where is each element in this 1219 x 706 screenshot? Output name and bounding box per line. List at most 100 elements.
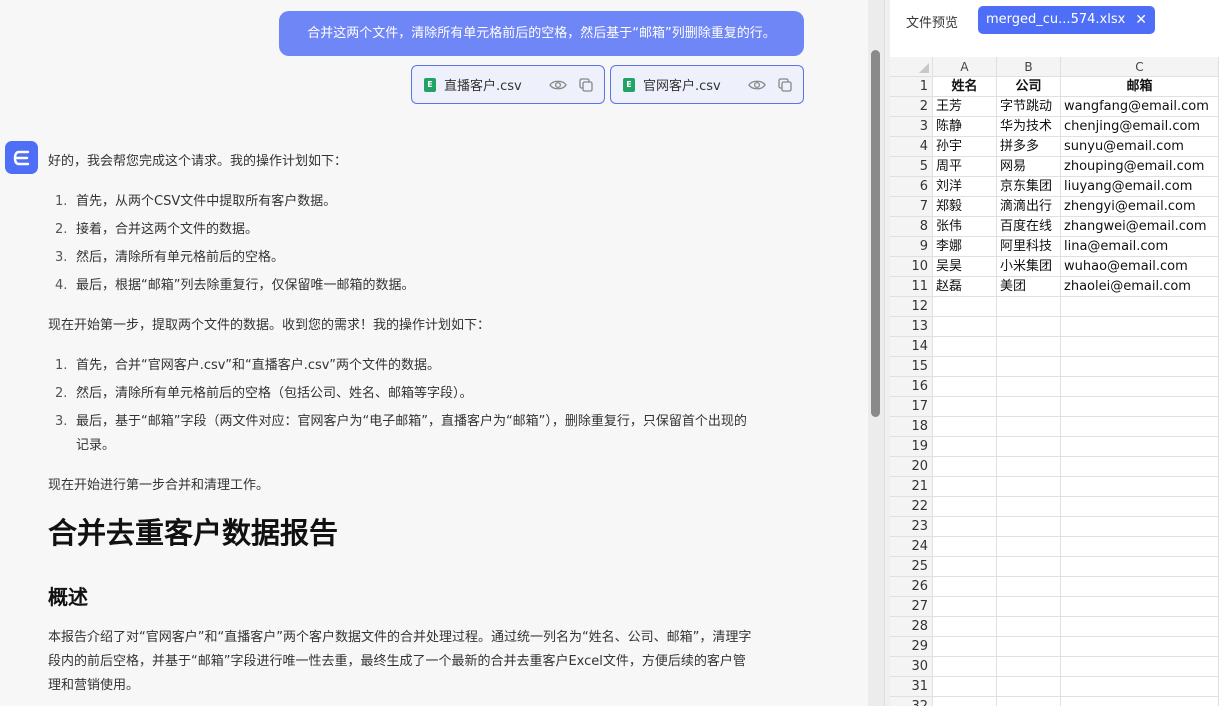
cell-name[interactable]: 郑毅: [933, 197, 997, 217]
cell-email[interactable]: zhengyi@email.com: [1061, 197, 1219, 217]
copy-icon[interactable]: [576, 75, 596, 95]
row-number[interactable]: 2: [890, 97, 933, 117]
cell-email[interactable]: lina@email.com: [1061, 237, 1219, 257]
empty-cell[interactable]: [933, 317, 997, 337]
eye-icon[interactable]: [548, 75, 568, 95]
cell-company[interactable]: 字节跳动: [997, 97, 1061, 117]
cell-name[interactable]: 姓名: [933, 77, 997, 97]
empty-cell[interactable]: [1061, 637, 1219, 657]
cell-company[interactable]: 公司: [997, 77, 1061, 97]
empty-cell[interactable]: [1061, 557, 1219, 577]
row-number[interactable]: 15: [890, 357, 933, 377]
empty-cell[interactable]: [933, 517, 997, 537]
row-number[interactable]: 25: [890, 557, 933, 577]
empty-cell[interactable]: [933, 617, 997, 637]
row-number[interactable]: 29: [890, 637, 933, 657]
empty-cell[interactable]: [933, 397, 997, 417]
empty-cell[interactable]: [1061, 477, 1219, 497]
cell-email[interactable]: liuyang@email.com: [1061, 177, 1219, 197]
empty-cell[interactable]: [933, 657, 997, 677]
row-number[interactable]: 28: [890, 617, 933, 637]
cell-email[interactable]: zhouping@email.com: [1061, 157, 1219, 177]
cell-company[interactable]: 百度在线: [997, 217, 1061, 237]
cell-company[interactable]: 华为技术: [997, 117, 1061, 137]
empty-cell[interactable]: [1061, 677, 1219, 697]
empty-cell[interactable]: [997, 477, 1061, 497]
empty-cell[interactable]: [997, 417, 1061, 437]
empty-cell[interactable]: [933, 437, 997, 457]
attachment-chip-1[interactable]: E 直播客户.csv: [411, 65, 605, 104]
attachment-chip-2[interactable]: E 官网客户.csv: [610, 65, 804, 104]
cell-company[interactable]: 拼多多: [997, 137, 1061, 157]
empty-cell[interactable]: [997, 577, 1061, 597]
row-number[interactable]: 1: [890, 77, 933, 97]
empty-cell[interactable]: [1061, 417, 1219, 437]
empty-cell[interactable]: [997, 557, 1061, 577]
eye-icon[interactable]: [747, 75, 767, 95]
row-number[interactable]: 8: [890, 217, 933, 237]
empty-cell[interactable]: [1061, 657, 1219, 677]
row-number[interactable]: 11: [890, 277, 933, 297]
empty-cell[interactable]: [1061, 457, 1219, 477]
empty-cell[interactable]: [997, 337, 1061, 357]
empty-cell[interactable]: [933, 497, 997, 517]
cell-company[interactable]: 阿里科技: [997, 237, 1061, 257]
row-number[interactable]: 22: [890, 497, 933, 517]
cell-email[interactable]: 邮箱: [1061, 77, 1219, 97]
cell-email[interactable]: zhaolei@email.com: [1061, 277, 1219, 297]
empty-cell[interactable]: [933, 417, 997, 437]
empty-cell[interactable]: [1061, 537, 1219, 557]
empty-cell[interactable]: [997, 377, 1061, 397]
column-header-b[interactable]: B: [997, 57, 1061, 77]
empty-cell[interactable]: [1061, 697, 1219, 706]
empty-cell[interactable]: [997, 297, 1061, 317]
empty-cell[interactable]: [997, 497, 1061, 517]
empty-cell[interactable]: [933, 477, 997, 497]
select-all-corner[interactable]: [890, 57, 933, 77]
empty-cell[interactable]: [933, 537, 997, 557]
cell-name[interactable]: 赵磊: [933, 277, 997, 297]
empty-cell[interactable]: [1061, 617, 1219, 637]
empty-cell[interactable]: [997, 357, 1061, 377]
row-number[interactable]: 18: [890, 417, 933, 437]
row-number[interactable]: 16: [890, 377, 933, 397]
row-number[interactable]: 23: [890, 517, 933, 537]
empty-cell[interactable]: [933, 637, 997, 657]
row-number[interactable]: 26: [890, 577, 933, 597]
empty-cell[interactable]: [1061, 437, 1219, 457]
column-header-a[interactable]: A: [933, 57, 997, 77]
empty-cell[interactable]: [1061, 397, 1219, 417]
empty-cell[interactable]: [997, 397, 1061, 417]
cell-company[interactable]: 小米集团: [997, 257, 1061, 277]
empty-cell[interactable]: [1061, 377, 1219, 397]
cell-name[interactable]: 刘洋: [933, 177, 997, 197]
preview-file-tab[interactable]: merged_cu...574.xlsx ✕: [978, 6, 1155, 34]
row-number[interactable]: 30: [890, 657, 933, 677]
row-number[interactable]: 24: [890, 537, 933, 557]
row-number[interactable]: 3: [890, 117, 933, 137]
cell-name[interactable]: 王芳: [933, 97, 997, 117]
empty-cell[interactable]: [997, 697, 1061, 706]
empty-cell[interactable]: [933, 357, 997, 377]
cell-email[interactable]: wuhao@email.com: [1061, 257, 1219, 277]
cell-email[interactable]: zhangwei@email.com: [1061, 217, 1219, 237]
empty-cell[interactable]: [933, 557, 997, 577]
empty-cell[interactable]: [1061, 497, 1219, 517]
empty-cell[interactable]: [933, 457, 997, 477]
empty-cell[interactable]: [933, 377, 997, 397]
empty-cell[interactable]: [1061, 297, 1219, 317]
empty-cell[interactable]: [933, 577, 997, 597]
cell-company[interactable]: 网易: [997, 157, 1061, 177]
copy-icon[interactable]: [775, 75, 795, 95]
empty-cell[interactable]: [1061, 597, 1219, 617]
empty-cell[interactable]: [997, 517, 1061, 537]
row-number[interactable]: 27: [890, 597, 933, 617]
empty-cell[interactable]: [933, 697, 997, 706]
row-number[interactable]: 13: [890, 317, 933, 337]
cell-email[interactable]: sunyu@email.com: [1061, 137, 1219, 157]
empty-cell[interactable]: [997, 597, 1061, 617]
cell-email[interactable]: chenjing@email.com: [1061, 117, 1219, 137]
cell-name[interactable]: 周平: [933, 157, 997, 177]
empty-cell[interactable]: [997, 457, 1061, 477]
chat-scrollbar-thumb[interactable]: [871, 50, 880, 417]
